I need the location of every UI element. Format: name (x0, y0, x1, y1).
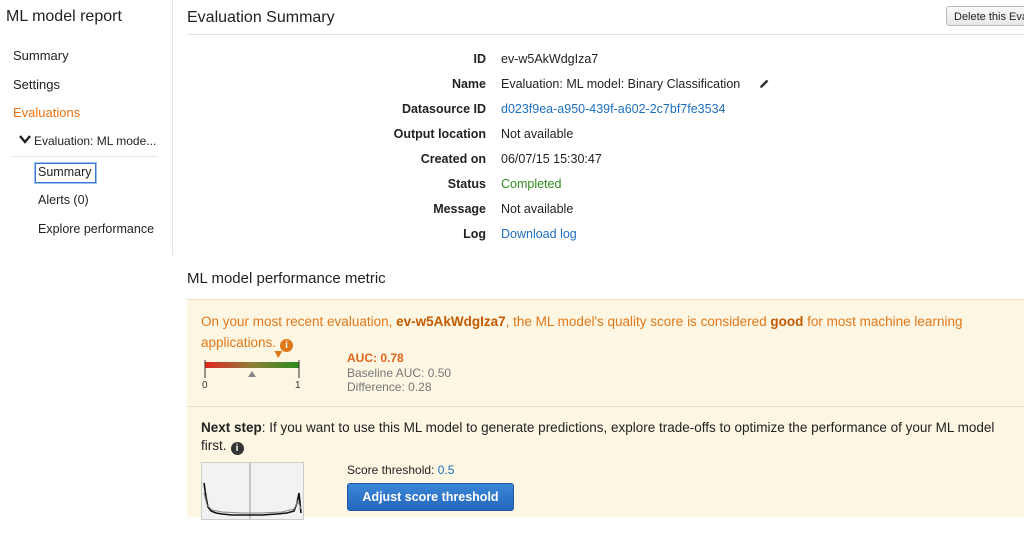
created-on-label: Created on (420, 152, 486, 166)
baseline-auc: Baseline AUC: 0.50 (347, 366, 452, 380)
next-step-text-cont: first. i (201, 438, 244, 455)
message-label: Message (433, 202, 486, 216)
next-step-body: : If you want to use this ML model to ge… (261, 420, 995, 435)
auc-scale: 0 1 (202, 351, 301, 391)
status-value: Completed (501, 177, 562, 191)
score-threshold-value: 0.5 (437, 463, 455, 477)
baseline-marker (248, 371, 256, 377)
output-location-label: Output location (393, 127, 486, 141)
sidebar-subitem-summary[interactable]: Summary (38, 165, 91, 179)
sidebar-evaluation-group[interactable]: Evaluation: ML mode... (12, 126, 158, 157)
score-threshold-label: Score threshold: (347, 463, 435, 477)
delete-evaluation-button[interactable]: Delete this Evaluation (946, 6, 1024, 26)
message-value: Not available (501, 202, 574, 216)
auc-marker (274, 351, 283, 358)
sidebar-item-settings[interactable]: Settings (13, 77, 60, 92)
id-label: ID (473, 52, 487, 66)
metric-summary-text: On your most recent evaluation, ev-w5AkW… (201, 311, 1024, 353)
id-value: ev-w5AkWdgIza7 (501, 52, 599, 66)
next-step-text: Next step: If you want to use this ML mo… (201, 417, 1024, 438)
header-divider (187, 34, 1024, 35)
metric-section-title: ML model performance metric (187, 270, 386, 287)
chevron-down-icon (19, 135, 31, 144)
auc-difference: Difference: 0.28 (347, 380, 432, 394)
next-step-label: Next step (201, 420, 262, 435)
sidebar-evaluation-label: Evaluation: ML mode... (34, 134, 157, 148)
page-title: Evaluation Summary (187, 9, 335, 26)
created-on-value: 06/07/15 15:30:47 (501, 152, 602, 166)
log-label: Log (463, 227, 486, 241)
next-step-body-2: first. (201, 438, 227, 453)
download-log-link[interactable]: Download log (501, 227, 577, 241)
metric-eval-id: ev-w5AkWdgIza7 (396, 314, 506, 329)
metric-intro-middle: , the ML model's quality score is consid… (505, 314, 767, 329)
name-value: Evaluation: ML model: Binary Classificat… (501, 77, 741, 91)
scale-bar (205, 362, 299, 368)
scale-min-label: 0 (202, 380, 208, 391)
sidebar-subitem-explore-performance[interactable]: Explore performance (38, 222, 154, 236)
info-icon[interactable]: i (230, 442, 244, 455)
output-location-value: Not available (501, 127, 574, 141)
name-label: Name (451, 77, 486, 91)
datasource-link[interactable]: d023f9ea-a950-439f-a602-2c7bf7fe3534 (501, 102, 726, 116)
sidebar-subitem-alerts[interactable]: Alerts (0) (38, 193, 89, 207)
sidebar-title: ML model report (6, 8, 122, 25)
sidebar: ML model report Summary Settings Evaluat… (0, 0, 173, 255)
distribution-chart-icon (202, 463, 303, 519)
datasource-label: Datasource ID (401, 102, 486, 116)
sidebar-item-summary[interactable]: Summary (13, 48, 69, 63)
auc-value: AUC: 0.78 (347, 351, 404, 365)
score-threshold: Score threshold: 0.5 (347, 463, 454, 477)
scale-max-label: 1 (295, 380, 301, 391)
sidebar-item-evaluations[interactable]: Evaluations (13, 105, 80, 120)
metric-intro: On your most recent evaluation, (201, 314, 393, 329)
adjust-score-threshold-button[interactable]: Adjust score threshold (347, 483, 514, 511)
status-label: Status (447, 177, 486, 191)
metric-quality: good (770, 314, 804, 329)
edit-pencil-icon[interactable] (758, 78, 770, 90)
score-distribution-thumbnail[interactable] (201, 462, 304, 520)
